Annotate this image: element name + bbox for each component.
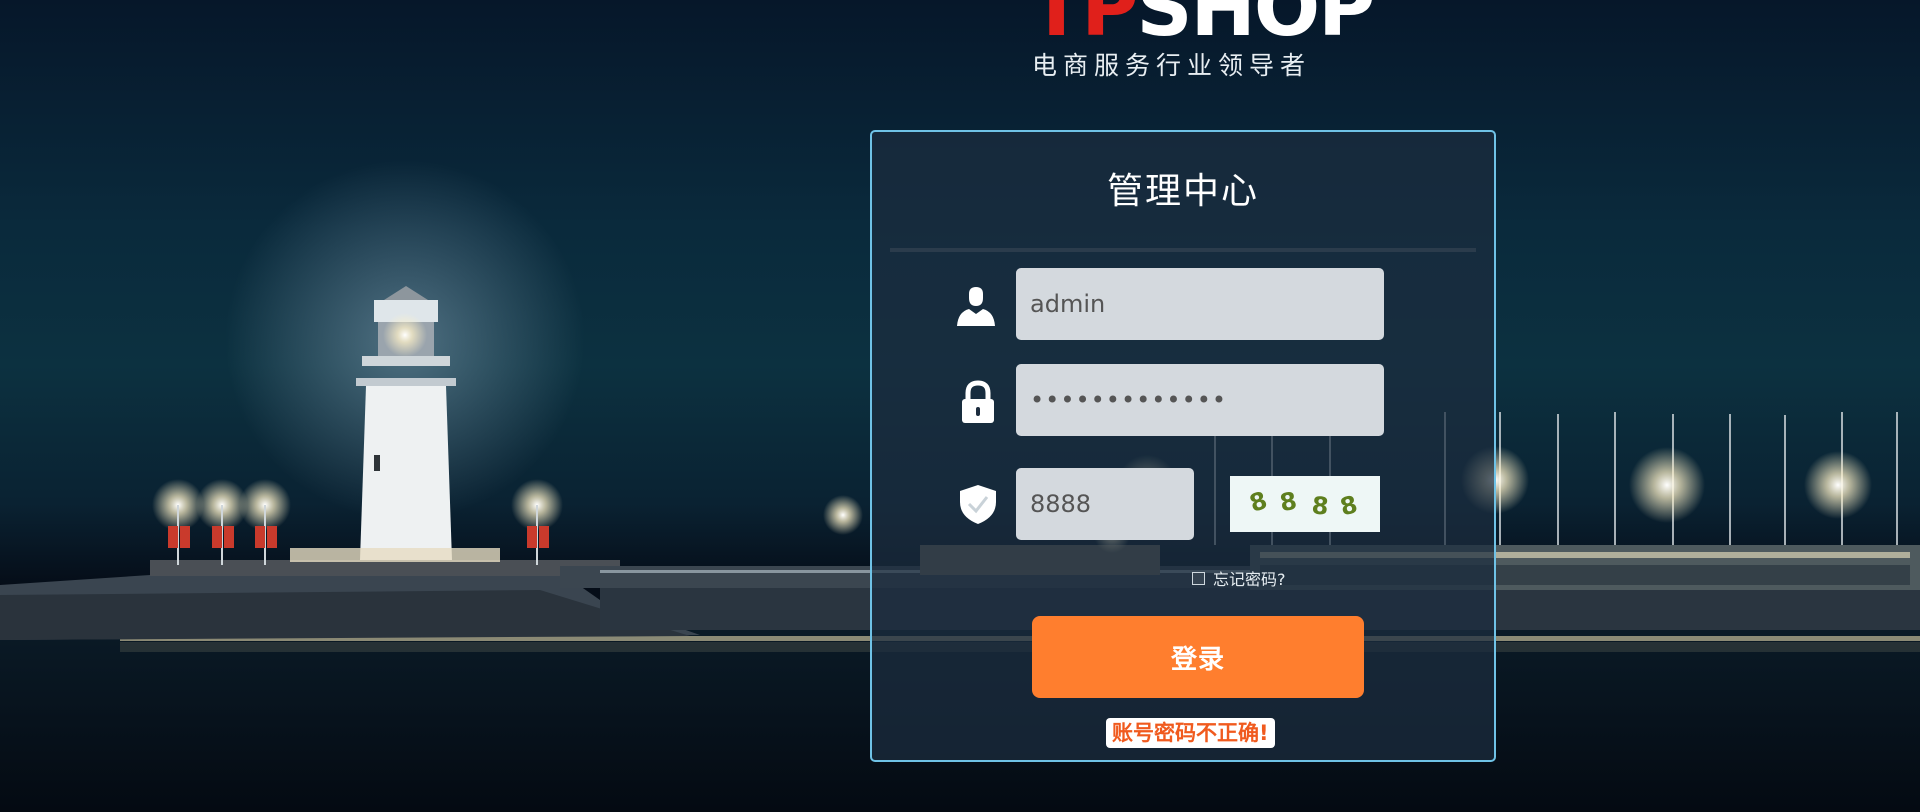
- username-input[interactable]: [1016, 268, 1384, 340]
- remember-checkbox[interactable]: [1192, 571, 1205, 585]
- password-masked-value: •••••••••••••: [1030, 386, 1228, 414]
- captcha-digit-1: 8: [1246, 486, 1271, 518]
- login-page: TPSHOP 电商服务行业领导者 管理中心 •••••••••••••: [0, 0, 1920, 812]
- captcha-digit-4: 8: [1337, 490, 1360, 521]
- logo-tagline: 电商服务行业领导者: [1032, 51, 1312, 80]
- login-panel: 管理中心 •••••••••••••: [870, 130, 1496, 762]
- captcha-digit-3: 8: [1310, 491, 1330, 521]
- panel-divider: [890, 248, 1476, 252]
- user-icon: [954, 284, 998, 328]
- lock-icon: [956, 380, 1000, 424]
- tpshop-logo: TPSHOP 电商服务行业领导者: [1030, 0, 1375, 80]
- captcha-input[interactable]: [1016, 468, 1194, 540]
- logo-wordmark: TPSHOP: [1030, 0, 1375, 48]
- captcha-digit-2: 8: [1278, 487, 1299, 517]
- shield-icon: [956, 482, 1000, 526]
- password-input[interactable]: •••••••••••••: [1016, 364, 1384, 436]
- panel-title: 管理中心: [1106, 171, 1259, 212]
- captcha-image[interactable]: 8 8 8 8: [1230, 476, 1380, 532]
- error-message: 账号密码不正确!: [1106, 718, 1275, 748]
- captcha-digits-graphic: 8 8 8 8: [1246, 486, 1360, 521]
- forgot-password-link[interactable]: 忘记密码?: [1192, 566, 1286, 590]
- forgot-password-label: 忘记密码?: [1213, 570, 1286, 589]
- login-button[interactable]: 登录: [1032, 616, 1364, 698]
